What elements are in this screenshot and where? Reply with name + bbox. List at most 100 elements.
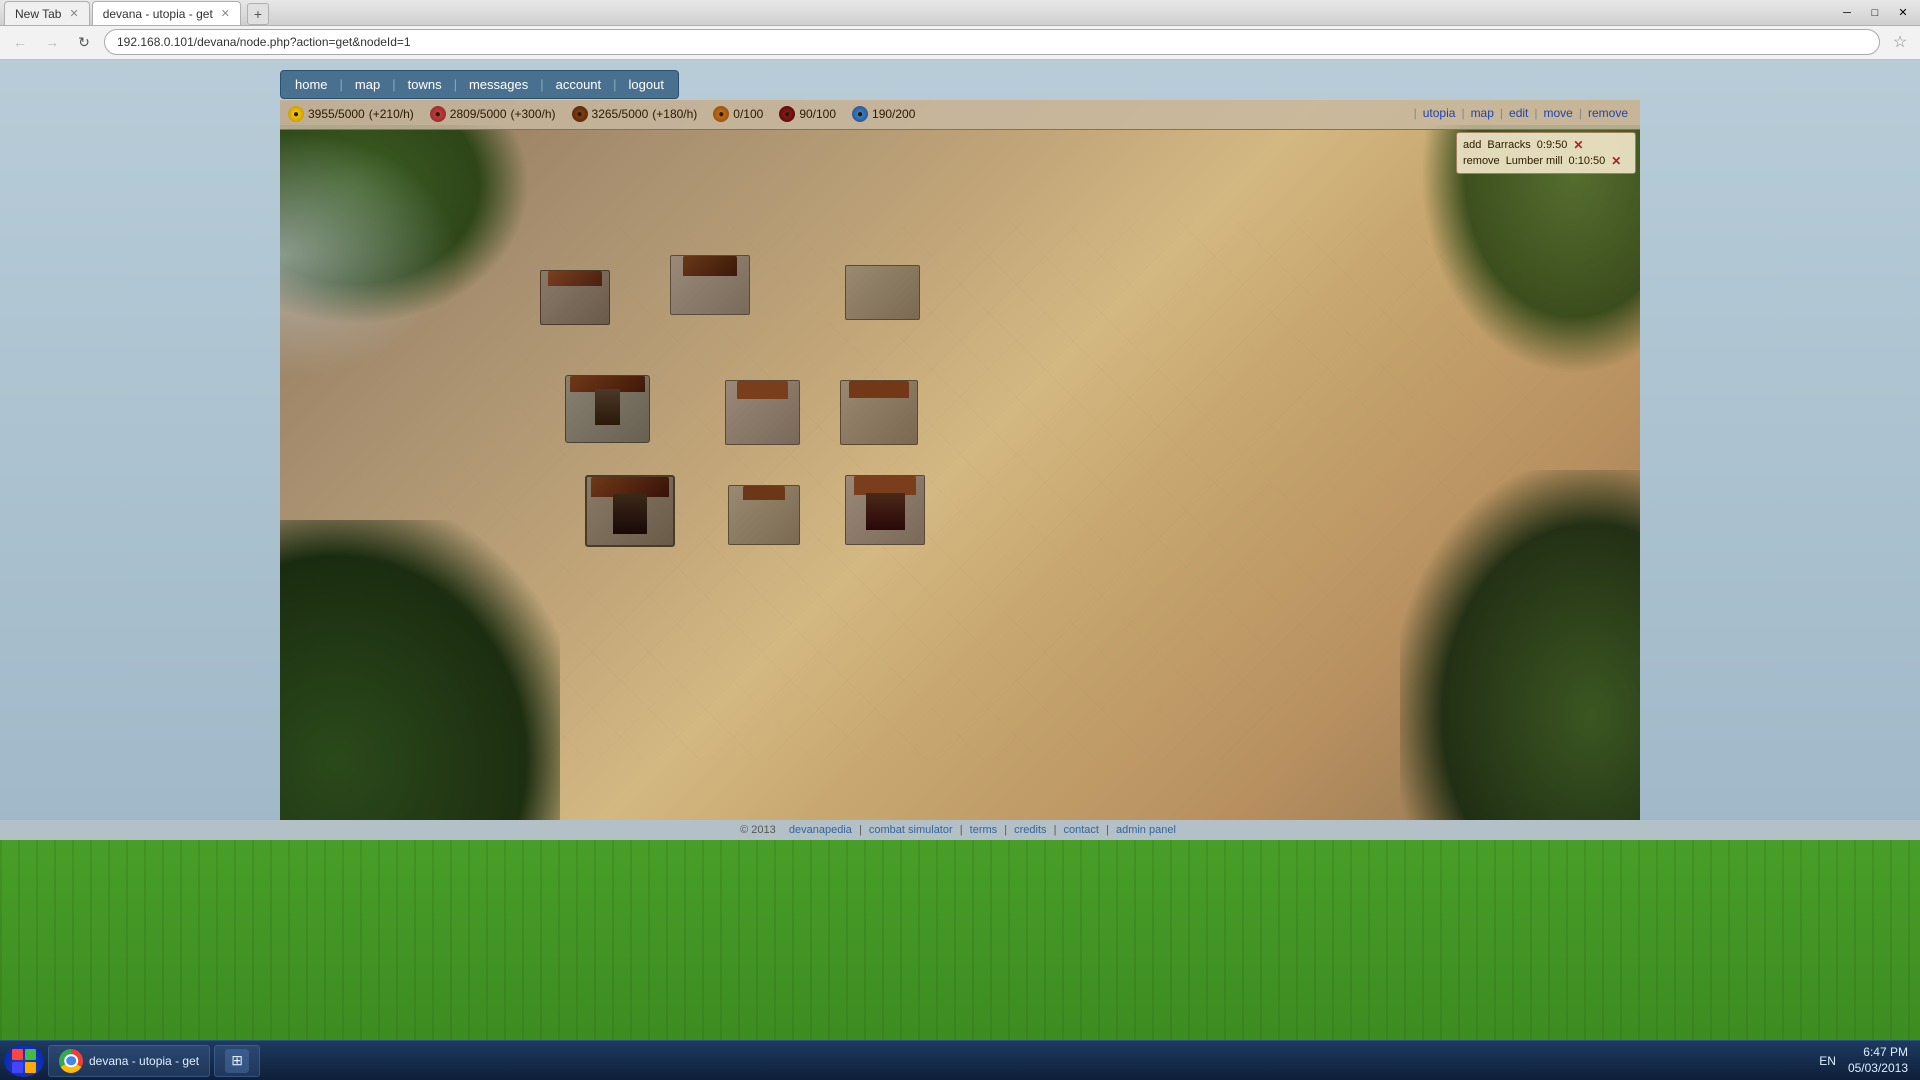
queue-panel: add Barracks 0:9:50 ✕ remove Lumber mill… [1456, 132, 1636, 174]
building-3[interactable] [845, 265, 920, 320]
tab-devana-label: devana - utopia - get [103, 7, 213, 21]
footer-sep-4: | [1054, 824, 1060, 836]
action-remove[interactable]: remove [1584, 104, 1632, 122]
footer-combat-simulator[interactable]: combat simulator [869, 824, 953, 836]
footer-devanapedia[interactable]: devanapedia [789, 824, 852, 836]
nav-sep-4: | [540, 77, 543, 92]
game-nav: home | map | towns | messages | account … [280, 70, 679, 99]
nav-messages[interactable]: messages [459, 73, 538, 96]
nav-map[interactable]: map [345, 73, 390, 96]
building-7[interactable] [585, 475, 675, 547]
win-icon-bl [12, 1062, 23, 1073]
pop-value: 0/100 [733, 107, 763, 121]
clock-date: 05/03/2013 [1848, 1061, 1908, 1077]
wood-icon: ● [572, 106, 588, 122]
food-icon: ● [430, 106, 446, 122]
taskbar-browser-item[interactable]: devana - utopia - get [48, 1045, 210, 1077]
palm-right-bottom [1400, 470, 1640, 820]
new-tab-button[interactable]: + [247, 3, 269, 25]
back-button[interactable]: ← [8, 30, 32, 54]
taskbar-icon-item[interactable]: ⊞ [214, 1045, 260, 1077]
window-controls: ─ □ ✕ [1834, 3, 1916, 23]
stat-pop: ● 0/100 [713, 106, 763, 122]
tree-left-top [280, 125, 530, 325]
tab-new-close[interactable]: ✕ [69, 7, 78, 20]
tab-new-label: New Tab [15, 7, 61, 21]
building-5[interactable] [725, 380, 800, 445]
stat-faith: ● 190/200 [852, 106, 915, 122]
queue-action-2: remove [1463, 155, 1500, 167]
queue-time-2: 0:10:50 [1569, 155, 1606, 167]
action-move[interactable]: move [1540, 104, 1577, 122]
game-viewport[interactable]: ● 3955/5000 (+210/h) ● 2809/5000 (+300/h… [280, 100, 1640, 820]
desktop: New Tab ✕ devana - utopia - get ✕ + ─ □ … [0, 0, 1920, 1080]
nav-home[interactable]: home [285, 73, 338, 96]
footer-sep-2: | [960, 824, 966, 836]
gold-rate: (+210/h) [369, 107, 414, 121]
building-8[interactable] [728, 485, 800, 545]
tab-devana[interactable]: devana - utopia - get ✕ [92, 1, 241, 25]
nav-sep-2: | [392, 77, 395, 92]
browser-window: New Tab ✕ devana - utopia - get ✕ + ─ □ … [0, 0, 1920, 840]
browser-content: home | map | towns | messages | account … [0, 60, 1920, 840]
action-edit[interactable]: edit [1505, 104, 1532, 122]
windows-icon [12, 1049, 36, 1073]
address-bar: ← → ↻ ☆ [0, 26, 1920, 60]
footer-terms[interactable]: terms [970, 824, 998, 836]
bookmark-star[interactable]: ☆ [1888, 30, 1912, 54]
queue-row-1: add Barracks 0:9:50 ✕ [1463, 137, 1629, 153]
footer-sep-3: | [1004, 824, 1010, 836]
minimize-button[interactable]: ─ [1834, 3, 1860, 23]
taskbar: devana - utopia - get ⊞ EN 6:47 PM 05/03… [0, 1040, 1920, 1080]
title-bar: New Tab ✕ devana - utopia - get ✕ + ─ □ … [0, 0, 1920, 26]
time-block: 6:47 PM 05/03/2013 [1848, 1045, 1908, 1076]
tabs-container: New Tab ✕ devana - utopia - get ✕ + [4, 0, 269, 25]
chrome-icon [59, 1049, 83, 1073]
nav-sep-1: | [340, 77, 343, 92]
action-map[interactable]: map [1467, 104, 1498, 122]
building-4[interactable] [565, 375, 650, 443]
building-2[interactable] [670, 255, 750, 315]
tab-new[interactable]: New Tab ✕ [4, 1, 90, 25]
taskbar-extra-icon: ⊞ [225, 1049, 249, 1073]
building-9[interactable] [845, 475, 925, 545]
stat-army: ● 90/100 [779, 106, 836, 122]
page-wrapper: home | map | towns | messages | account … [0, 60, 1920, 840]
queue-row-2: remove Lumber mill 0:10:50 ✕ [1463, 153, 1629, 169]
tab-devana-close[interactable]: ✕ [221, 7, 230, 20]
queue-remove-2[interactable]: ✕ [1611, 154, 1621, 168]
footer-copyright: © 2013 [740, 824, 782, 836]
close-button[interactable]: ✕ [1890, 3, 1916, 23]
footer-sep-5: | [1106, 824, 1112, 836]
refresh-button[interactable]: ↻ [72, 30, 96, 54]
nav-towns[interactable]: towns [398, 73, 452, 96]
queue-time-1: 0:9:50 [1537, 139, 1568, 151]
building-1[interactable] [540, 270, 610, 325]
wood-rate: (+180/h) [652, 107, 697, 121]
queue-remove-1[interactable]: ✕ [1573, 138, 1583, 152]
gold-value: 3955/5000 [308, 107, 365, 121]
action-utopia[interactable]: utopia [1419, 104, 1460, 122]
footer-sep-1: | [859, 824, 865, 836]
food-value: 2809/5000 [450, 107, 507, 121]
taskbar-browser-label: devana - utopia - get [89, 1054, 199, 1068]
footer-admin-panel[interactable]: admin panel [1116, 824, 1176, 836]
footer-contact[interactable]: contact [1064, 824, 1099, 836]
stat-gold: ● 3955/5000 (+210/h) [288, 106, 414, 122]
nav-sep-5: | [613, 77, 616, 92]
win-icon-tr [25, 1049, 36, 1060]
nav-account[interactable]: account [546, 73, 612, 96]
footer: © 2013 devanapedia | combat simulator | … [0, 820, 1920, 840]
building-6[interactable] [840, 380, 918, 445]
start-button[interactable] [4, 1045, 44, 1077]
forward-button[interactable]: → [40, 30, 64, 54]
nav-logout[interactable]: logout [619, 73, 674, 96]
game-scene: ● 3955/5000 (+210/h) ● 2809/5000 (+300/h… [280, 100, 1640, 820]
gold-icon: ● [288, 106, 304, 122]
queue-action-1: add [1463, 139, 1481, 151]
footer-credits[interactable]: credits [1014, 824, 1046, 836]
address-input[interactable] [104, 29, 1880, 55]
win-icon-br [25, 1062, 36, 1073]
top-actions: | utopia | map | edit | move | remove [1404, 100, 1640, 126]
maximize-button[interactable]: □ [1862, 3, 1888, 23]
